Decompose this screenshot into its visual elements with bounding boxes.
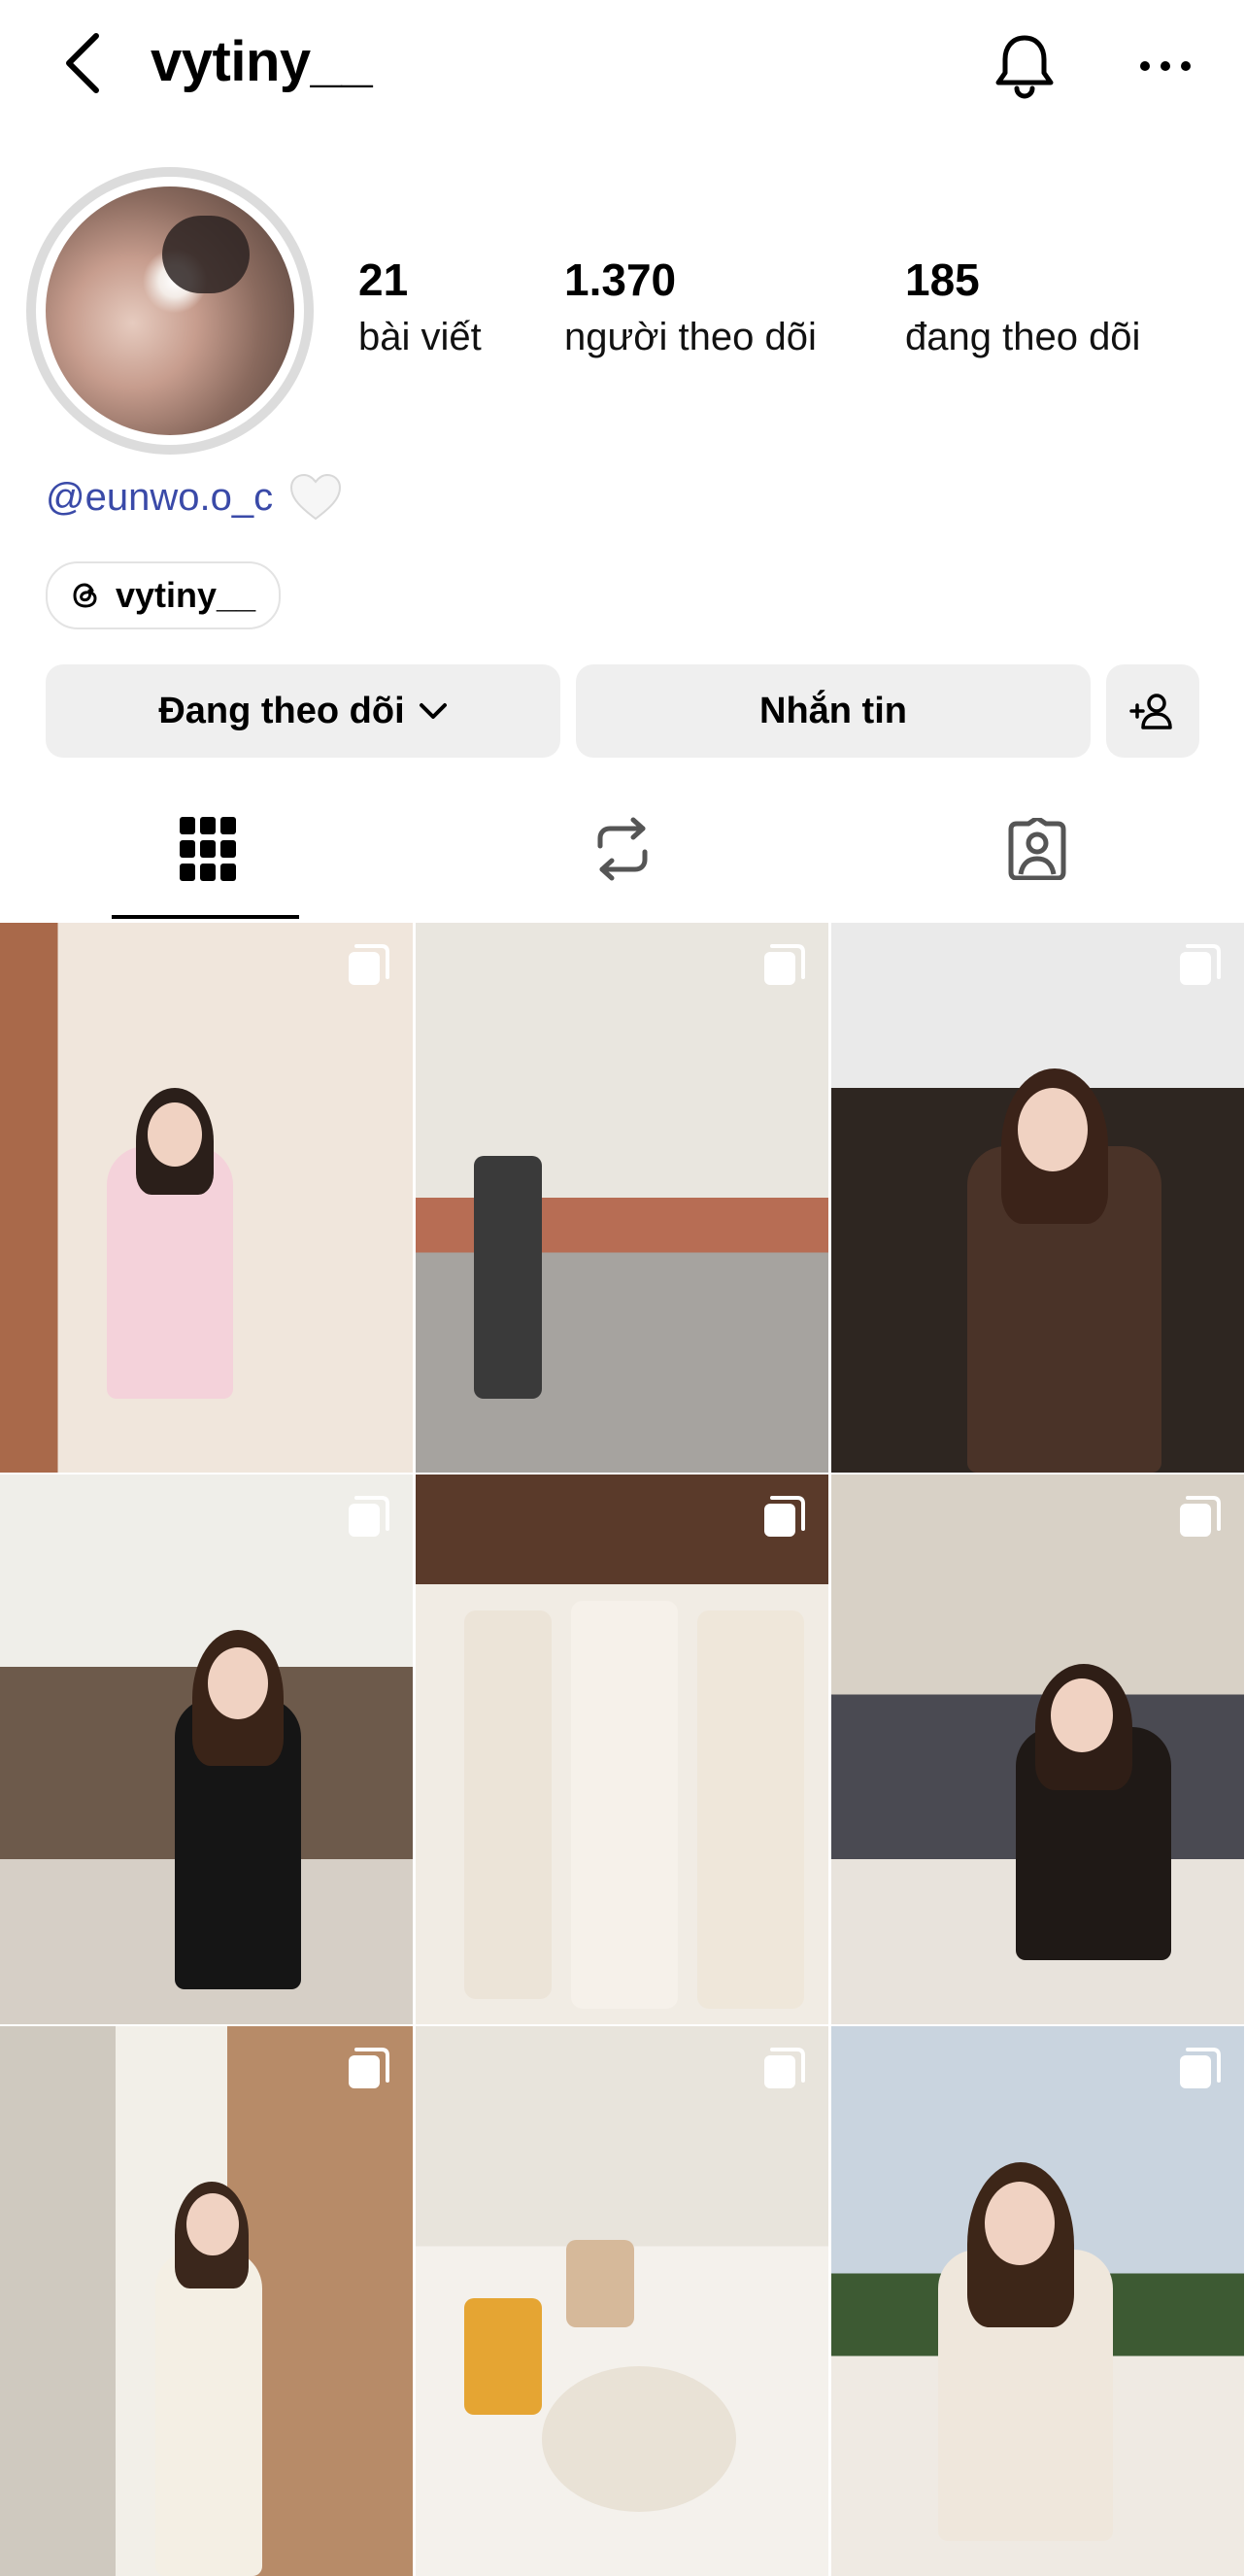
post-thumbnail-4[interactable] bbox=[0, 1474, 413, 2024]
tagged-icon bbox=[1008, 818, 1065, 880]
post-thumbnail-2[interactable] bbox=[416, 923, 828, 1473]
photo-figure bbox=[155, 2250, 262, 2576]
bio-line: @eunwo.o_c bbox=[46, 472, 343, 523]
post-thumbnail-9[interactable] bbox=[831, 2026, 1244, 2576]
post-thumbnail-6[interactable] bbox=[831, 1474, 1244, 2024]
white-heart-icon bbox=[290, 473, 342, 521]
multi-photo-icon bbox=[349, 1496, 389, 1537]
followers-label: người theo dõi bbox=[564, 316, 817, 358]
photo-face bbox=[186, 2193, 239, 2255]
chevron-left-icon bbox=[66, 33, 99, 93]
tab-reposts[interactable] bbox=[415, 777, 829, 921]
following-count: 185 bbox=[905, 254, 980, 305]
post-thumbnail-8[interactable] bbox=[416, 2026, 828, 2576]
repost-icon bbox=[597, 817, 647, 881]
followers-count: 1.370 bbox=[564, 254, 677, 305]
more-horizontal-icon bbox=[1140, 61, 1191, 71]
add-user-icon bbox=[1129, 694, 1172, 729]
message-button-label: Nhắn tin bbox=[759, 690, 907, 731]
multi-photo-icon bbox=[1180, 1496, 1221, 1537]
posts-count: 21 bbox=[358, 254, 409, 305]
photo-plate bbox=[542, 2366, 736, 2512]
photo-face bbox=[1051, 1678, 1113, 1752]
threads-link[interactable]: vytiny__ bbox=[46, 561, 282, 629]
multi-photo-icon bbox=[349, 2048, 389, 2088]
photo-face bbox=[148, 1102, 202, 1167]
photo-garment bbox=[571, 1601, 678, 2009]
post-thumbnail-7[interactable] bbox=[0, 2026, 413, 2576]
photo-face bbox=[208, 1647, 268, 1719]
bio-mention-link[interactable]: @eunwo.o_c bbox=[46, 476, 273, 520]
posts-label: bài viết bbox=[358, 316, 482, 358]
multi-photo-icon bbox=[764, 1496, 805, 1537]
post-thumbnail-3[interactable] bbox=[831, 923, 1244, 1473]
photo-glass bbox=[464, 2298, 542, 2415]
post-thumbnail-5[interactable] bbox=[416, 1474, 828, 2024]
followers-stat[interactable]: 1.370 người theo dõi bbox=[564, 257, 817, 356]
multi-photo-icon bbox=[764, 2048, 805, 2088]
photo-mirror bbox=[474, 1156, 542, 1399]
multi-photo-icon bbox=[349, 944, 389, 985]
threads-label: vytiny__ bbox=[116, 575, 256, 615]
photo-garment bbox=[697, 1610, 804, 2009]
active-tab-indicator bbox=[112, 915, 299, 919]
notifications-button[interactable] bbox=[986, 27, 1063, 105]
photo-cup bbox=[566, 2240, 634, 2327]
photo-garment bbox=[464, 1610, 552, 1999]
post-thumbnail-1[interactable] bbox=[0, 923, 413, 1473]
avatar-photo bbox=[46, 186, 294, 435]
tab-posts-grid[interactable] bbox=[0, 777, 415, 921]
back-button[interactable] bbox=[53, 29, 112, 97]
multi-photo-icon bbox=[764, 944, 805, 985]
more-options-button[interactable] bbox=[1127, 27, 1204, 105]
tab-tagged[interactable] bbox=[829, 777, 1244, 921]
following-button[interactable]: Đang theo dõi bbox=[46, 664, 560, 758]
message-button[interactable]: Nhắn tin bbox=[576, 664, 1091, 758]
avatar-hair-shape bbox=[162, 216, 250, 293]
chevron-down-icon bbox=[419, 703, 447, 719]
following-stat[interactable]: 185 đang theo dõi bbox=[905, 257, 1140, 356]
grid-icon bbox=[179, 817, 236, 881]
posts-grid bbox=[0, 923, 1245, 2576]
photo-face bbox=[1018, 1088, 1088, 1171]
avatar-border bbox=[36, 177, 304, 445]
profile-avatar[interactable] bbox=[26, 167, 314, 455]
multi-photo-icon bbox=[1180, 944, 1221, 985]
profile-header: vytiny__ bbox=[0, 0, 1245, 126]
multi-photo-icon bbox=[1180, 2048, 1221, 2088]
threads-icon bbox=[73, 583, 97, 608]
photo-face bbox=[985, 2182, 1055, 2265]
profile-tabs bbox=[0, 777, 1245, 921]
bell-icon bbox=[995, 35, 1054, 99]
suggest-users-button[interactable] bbox=[1106, 664, 1199, 758]
following-label: đang theo dõi bbox=[905, 316, 1141, 358]
posts-stat[interactable]: 21 bài viết bbox=[358, 257, 482, 356]
following-button-label: Đang theo dõi bbox=[158, 690, 405, 731]
profile-username: vytiny__ bbox=[151, 30, 373, 93]
